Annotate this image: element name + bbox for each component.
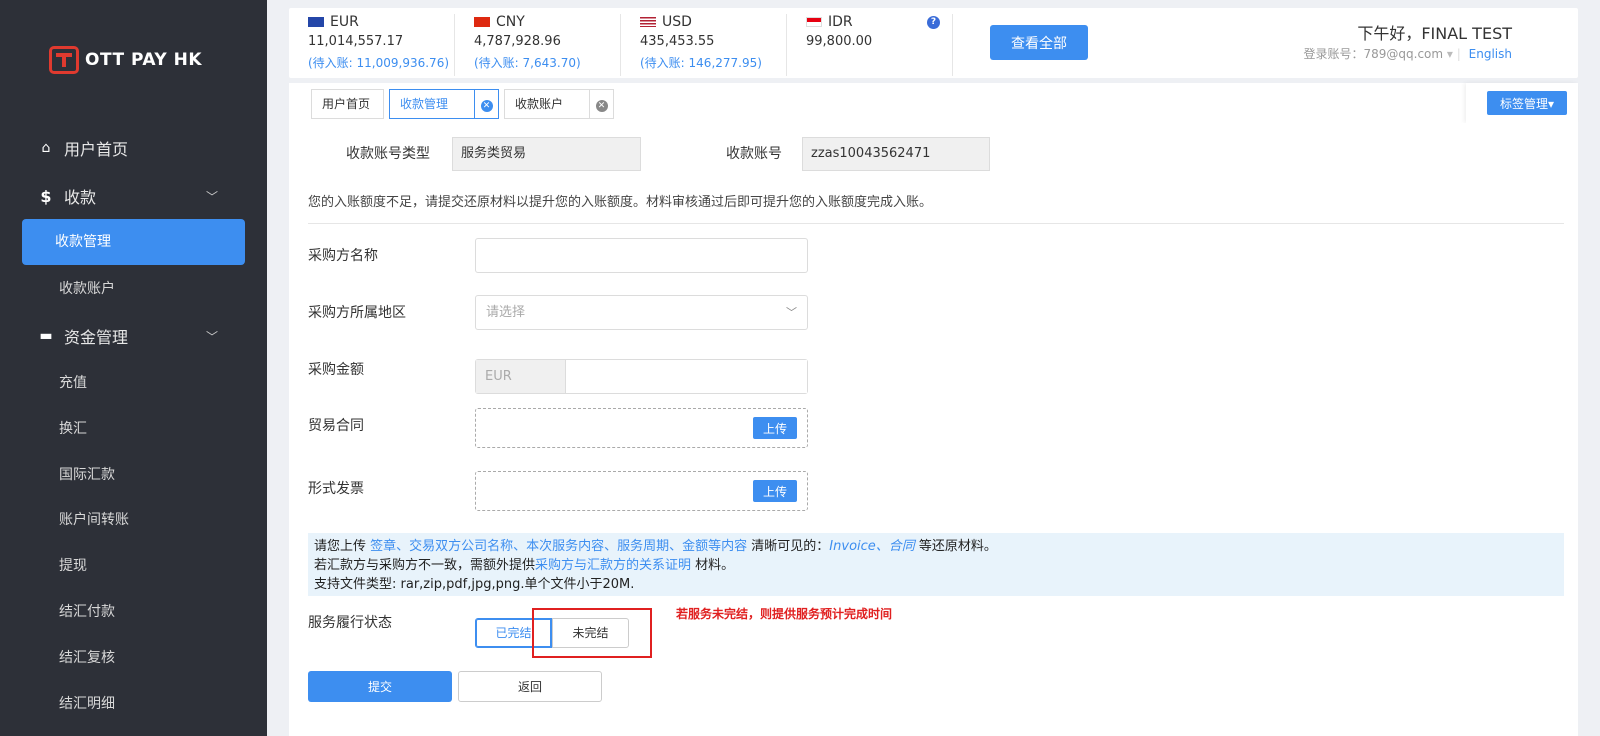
highlight-box bbox=[532, 608, 652, 658]
sidebar-item-funds[interactable]: ▬ 资金管理 ﹀ bbox=[38, 324, 218, 348]
amount-field: EUR bbox=[475, 359, 808, 394]
account-no-field: zzas10043562471 bbox=[802, 137, 990, 171]
relation-proof-link[interactable]: 采购方与汇款方的关系证明 bbox=[535, 558, 691, 573]
account-no-label: 收款账号 bbox=[726, 146, 782, 162]
balance-pending: (待入账: 7,643.70) bbox=[474, 56, 581, 70]
greeting: 下午好，FINAL TEST bbox=[1357, 24, 1512, 43]
logo[interactable]: OTT PAY HK bbox=[49, 46, 202, 74]
eu-flag-icon bbox=[308, 17, 324, 27]
buyer-name-input[interactable] bbox=[475, 238, 808, 273]
sidebar-item-withdraw[interactable]: 提现 bbox=[59, 555, 87, 575]
sidebar-item-settle-review[interactable]: 结汇复核 bbox=[59, 647, 115, 667]
tab-bar: 用户首页 收款管理 ✕ 收款账户 ✕ bbox=[289, 83, 1578, 123]
chevron-down-icon: ﹀ bbox=[206, 329, 219, 344]
account-info: 登录账号：789@qq.com ▾ | English bbox=[1303, 47, 1513, 61]
tip-line-3: 支持文件类型: rar,zip,pdf,jpg,png.单个文件小于20M. bbox=[314, 577, 635, 592]
us-flag-icon bbox=[640, 17, 656, 27]
upload-tip: 请您上传 签章、交易双方公司名称、本次服务内容、服务周期、金额等内容 清晰可见的… bbox=[308, 533, 1564, 596]
balance-pending: (待入账: 146,277.95) bbox=[640, 56, 762, 70]
balance-amount: 435,453.55 bbox=[640, 34, 715, 49]
tag-mgmt-wrap: 标签管理▾ bbox=[1466, 83, 1578, 123]
tab-collect-mgmt[interactable]: 收款管理 ✕ bbox=[389, 89, 499, 119]
status-hint: 若服务未完结，则提供服务预计完成时间 bbox=[676, 607, 893, 621]
sidebar-item-label: 用户首页 bbox=[64, 140, 129, 159]
contract-upload[interactable]: 上传 bbox=[475, 408, 808, 448]
invoice-label: 形式发票 bbox=[308, 481, 364, 497]
balance-bar: EUR 11,014,557.17 (待入账: 11,009,936.76) C… bbox=[289, 8, 1578, 78]
buyer-region-label: 采购方所属地区 bbox=[308, 305, 406, 321]
card-icon: ▬ bbox=[39, 328, 53, 344]
tab-close-icon[interactable]: ✕ bbox=[589, 90, 613, 118]
quota-notice: 您的入账额度不足，请提交还原材料以提升您的入账额度。材料审核通过后即可提升您的入… bbox=[308, 195, 933, 210]
sidebar-item-settle-detail[interactable]: 结汇明细 bbox=[59, 693, 115, 713]
account-type-label: 收款账号类型 bbox=[346, 146, 430, 162]
sidebar-item-intl-remit[interactable]: 国际汇款 bbox=[59, 464, 115, 484]
submit-button[interactable]: 提交 bbox=[308, 671, 452, 702]
balance-cny: CNY 4,787,928.96 (待入账: 7,643.70) bbox=[455, 14, 621, 76]
sidebar-item-label: 收款 bbox=[64, 188, 97, 207]
back-button[interactable]: 返回 bbox=[458, 671, 602, 702]
contract-label: 贸易合同 bbox=[308, 418, 364, 434]
language-switch[interactable]: English bbox=[1469, 47, 1512, 61]
amount-currency: EUR bbox=[476, 360, 566, 393]
balance-eur: EUR 11,014,557.17 (待入账: 11,009,936.76) bbox=[289, 14, 455, 76]
account-label[interactable]: 登录账号：789@qq.com bbox=[1304, 47, 1444, 61]
sidebar-item-collect[interactable]: $ 收款 ﹀ bbox=[38, 184, 218, 208]
logo-mark-icon bbox=[49, 46, 79, 74]
id-flag-icon bbox=[806, 17, 822, 27]
home-icon: ⌂ bbox=[41, 140, 51, 156]
tag-mgmt-button[interactable]: 标签管理▾ bbox=[1487, 91, 1567, 115]
status-label: 服务履行状态 bbox=[308, 615, 392, 631]
sidebar-item-home[interactable]: ⌂ 用户首页 bbox=[38, 136, 128, 160]
sidebar-item-label: 资金管理 bbox=[64, 328, 129, 347]
amount-label: 采购金额 bbox=[308, 362, 364, 378]
sidebar-item-settle-pay[interactable]: 结汇付款 bbox=[59, 601, 115, 621]
sidebar-item-collect-account[interactable]: 收款账户 bbox=[59, 278, 115, 298]
divider bbox=[308, 223, 1564, 224]
tip-line-1: 请您上传 签章、交易双方公司名称、本次服务内容、服务周期、金额等内容 清晰可见的… bbox=[314, 539, 997, 554]
tab-home[interactable]: 用户首页 bbox=[311, 89, 384, 119]
help-icon[interactable]: ? bbox=[927, 16, 940, 29]
main-content: 收款账号类型 服务类贸易 收款账号 zzas10043562471 您的入账额度… bbox=[289, 123, 1578, 736]
balance-amount: 4,787,928.96 bbox=[474, 34, 561, 49]
view-all-button[interactable]: 查看全部 bbox=[990, 25, 1088, 60]
dollar-icon: $ bbox=[40, 186, 52, 206]
sidebar: OTT PAY HK ⌂ 用户首页 $ 收款 ﹀ 收款管理 收款账户 ▬ 资金管… bbox=[0, 0, 267, 736]
sidebar-item-topup[interactable]: 充值 bbox=[59, 372, 87, 392]
balance-amount: 99,800.00 bbox=[806, 34, 873, 49]
caret-down-icon[interactable]: ▾ bbox=[1447, 47, 1453, 61]
logo-text: OTT PAY HK bbox=[85, 50, 203, 70]
balance-usd: USD 435,453.55 (待入账: 146,277.95) bbox=[621, 14, 787, 76]
buyer-name-label: 采购方名称 bbox=[308, 248, 378, 264]
tab-collect-account[interactable]: 收款账户 ✕ bbox=[504, 89, 614, 119]
balance-amount: 11,014,557.17 bbox=[308, 34, 404, 49]
sidebar-item-transfer[interactable]: 账户间转账 bbox=[59, 509, 129, 529]
cn-flag-icon bbox=[474, 17, 490, 27]
tip-line-2: 若汇款方与采购方不一致，需额外提供采购方与汇款方的关系证明 材料。 bbox=[314, 558, 735, 573]
account-type-field: 服务类贸易 bbox=[452, 137, 641, 171]
invoice-upload[interactable]: 上传 bbox=[475, 471, 808, 511]
chevron-down-icon: ﹀ bbox=[206, 189, 219, 204]
buyer-region-select[interactable]: 请选择 ﹀ bbox=[475, 295, 808, 330]
contract-upload-button[interactable]: 上传 bbox=[753, 417, 797, 439]
sidebar-item-collect-mgmt[interactable]: 收款管理 bbox=[22, 219, 245, 265]
invoice-upload-button[interactable]: 上传 bbox=[753, 480, 797, 502]
sidebar-item-exchange[interactable]: 换汇 bbox=[59, 418, 87, 438]
amount-input[interactable] bbox=[567, 360, 807, 393]
chevron-down-icon: ﹀ bbox=[786, 306, 797, 319]
balance-pending: (待入账: 11,009,936.76) bbox=[308, 56, 450, 70]
tab-close-icon[interactable]: ✕ bbox=[474, 90, 498, 118]
